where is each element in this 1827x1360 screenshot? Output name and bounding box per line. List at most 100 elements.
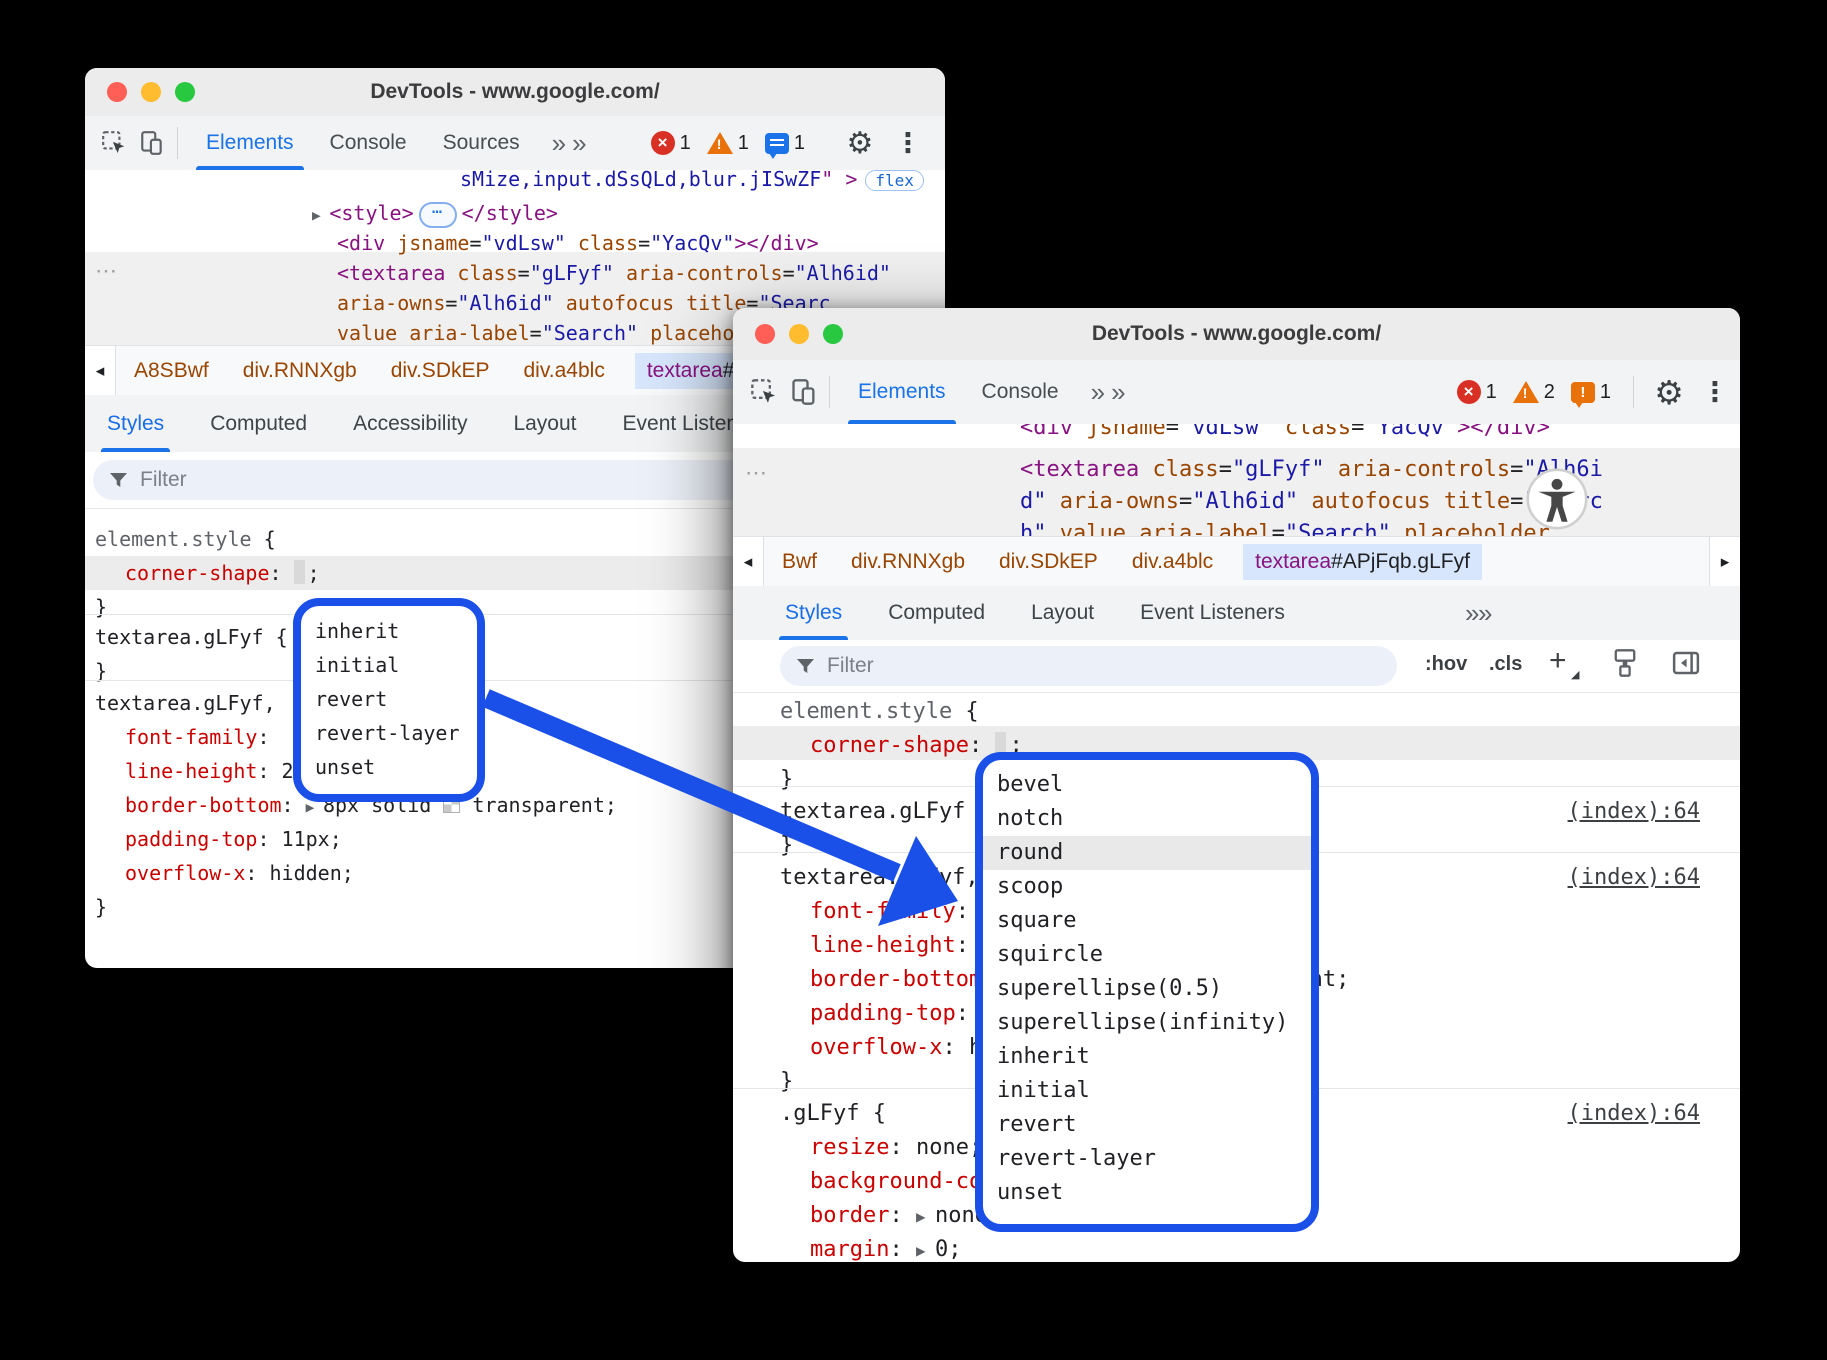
style-rule-line[interactable]: textarea.gLFyf, xyxy=(780,862,992,894)
devtools-tab-elements[interactable]: Elements xyxy=(840,360,964,424)
style-rule-line[interactable]: } xyxy=(95,656,107,686)
new-style-rule-button[interactable]: + xyxy=(1549,644,1567,678)
style-rule-line[interactable]: padding-top: 11px; xyxy=(125,824,342,854)
dom-overflow-ellipsis[interactable]: ⋯ xyxy=(745,460,768,486)
style-rule-line[interactable]: corner-shape: ; xyxy=(125,558,320,588)
toggle-hover-state-button[interactable]: :hov xyxy=(1425,653,1467,676)
dropdown-option-superellipse(infinity)[interactable]: superellipse(infinity) xyxy=(983,1006,1311,1040)
inspect-element-icon[interactable] xyxy=(99,128,129,158)
breadcrumb-item-div.rnnxgb[interactable]: div.RNNXgb xyxy=(851,550,965,574)
breadcrumb-forward-icon[interactable]: ▸ xyxy=(1709,537,1740,587)
devtools-tab-elements[interactable]: Elements xyxy=(188,116,312,170)
dropdown-option-square[interactable]: square xyxy=(983,904,1311,938)
dropdown-option-unset[interactable]: unset xyxy=(301,750,477,784)
panel-tab-accessibility[interactable]: Accessibility xyxy=(353,395,467,452)
kebab-menu-icon[interactable]: ⋮ xyxy=(1700,377,1730,407)
style-rule-line[interactable]: element.style { xyxy=(95,524,276,554)
dom-overflow-ellipsis[interactable]: ⋯ xyxy=(95,258,118,284)
kebab-menu-icon[interactable]: ⋮ xyxy=(893,128,923,158)
dropdown-option-inherit[interactable]: inherit xyxy=(983,1040,1311,1074)
dom-line[interactable]: <textarea class="gLFyf" aria-controls="A… xyxy=(337,258,891,288)
breadcrumb-item-div.sdkep[interactable]: div.SDkEP xyxy=(999,550,1098,574)
dropdown-option-inherit[interactable]: inherit xyxy=(301,614,477,648)
style-rule-line[interactable]: textarea.gLFyf { xyxy=(95,622,288,652)
new-style-rule-dropdown-icon[interactable]: ◢ xyxy=(1571,668,1579,681)
style-rule-line[interactable]: } xyxy=(95,892,107,922)
breadcrumb-item-div.a4blc[interactable]: div.a4blc xyxy=(1132,550,1213,574)
panel-tab-styles[interactable]: Styles xyxy=(785,586,842,640)
dropdown-option-initial[interactable]: initial xyxy=(301,648,477,682)
dom-line[interactable]: <div jsname="vdLsw" class="YacQv"></div> xyxy=(337,228,819,258)
dom-line[interactable]: h" value aria-label="Search" placeholder xyxy=(1020,518,1550,536)
device-toolbar-icon[interactable] xyxy=(789,377,819,407)
style-rule-line[interactable]: textarea.gLFyf, xyxy=(95,688,288,718)
panel-tab-event-listeners[interactable]: Event Listeners xyxy=(1140,586,1285,640)
style-rule-line[interactable]: .gLFyf { xyxy=(780,1098,886,1130)
inspect-element-icon[interactable] xyxy=(749,377,779,407)
dropdown-option-scoop[interactable]: scoop xyxy=(983,870,1311,904)
dropdown-option-revert-layer[interactable]: revert-layer xyxy=(983,1142,1311,1176)
titlebar[interactable]: DevTools - www.google.com/ xyxy=(85,68,945,117)
dropdown-option-unset[interactable]: unset xyxy=(983,1176,1311,1210)
dropdown-option-squircle[interactable]: squircle xyxy=(983,938,1311,972)
dropdown-option-bevel[interactable]: bevel xyxy=(983,768,1311,802)
style-rule-line[interactable]: font-family: xyxy=(810,896,982,928)
panel-tab-styles[interactable]: Styles xyxy=(107,395,164,452)
dropdown-option-superellipse(0.5)[interactable]: superellipse(0.5) xyxy=(983,972,1311,1006)
titlebar[interactable]: DevTools - www.google.com/ xyxy=(733,308,1740,361)
expand-inline-icon[interactable]: ⋯ xyxy=(419,202,457,228)
style-rule-line[interactable]: textarea.gLFyf { xyxy=(780,796,992,828)
dropdown-option-revert[interactable]: revert xyxy=(301,682,477,716)
panel-tab-computed[interactable]: Computed xyxy=(210,395,307,452)
style-rule-line[interactable]: } xyxy=(95,592,107,622)
rendering-emulation-icon[interactable] xyxy=(1611,648,1639,684)
panel-tab-computed[interactable]: Computed xyxy=(888,586,985,640)
console-messages-badge[interactable]: 1 xyxy=(765,132,805,155)
dropdown-option-notch[interactable]: notch xyxy=(983,802,1311,836)
source-link[interactable]: (index):64 xyxy=(1568,796,1700,828)
devtools-tab-sources[interactable]: Sources xyxy=(425,116,538,170)
dropdown-option-revert[interactable]: revert xyxy=(983,1108,1311,1142)
filter-input[interactable]: Filter xyxy=(780,646,1397,686)
settings-gear-icon[interactable]: ⚙ xyxy=(845,128,875,158)
dropdown-option-round[interactable]: round xyxy=(983,836,1311,870)
device-toolbar-icon[interactable] xyxy=(137,128,167,158)
panel-tab-layout[interactable]: Layout xyxy=(513,395,576,452)
style-rule-line[interactable]: } xyxy=(780,830,793,862)
devtools-tab-console[interactable]: Console xyxy=(312,116,425,170)
console-errors-badge[interactable]: ×1 xyxy=(1457,380,1497,404)
breadcrumb-item-selected[interactable]: textarea#APjFqb.gLFyf xyxy=(1243,544,1482,580)
style-rule-line[interactable]: resize: none; xyxy=(810,1132,982,1164)
dom-line[interactable]: value aria-label="Search" placeholder xyxy=(337,318,783,345)
style-rule-line[interactable]: border: ▶ none; xyxy=(810,1200,1001,1233)
dropdown-option-initial[interactable]: initial xyxy=(983,1074,1311,1108)
breadcrumb-back-icon[interactable]: ◂ xyxy=(733,537,764,587)
dom-line[interactable]: ▶ <style>⋯</style> xyxy=(312,198,558,231)
source-link[interactable]: (index):64 xyxy=(1568,862,1700,894)
style-rule-line[interactable]: element.style { xyxy=(780,696,979,728)
dropdown-option-revert-layer[interactable]: revert-layer xyxy=(301,716,477,750)
breadcrumb-item-bwf[interactable]: Bwf xyxy=(782,550,817,574)
issues-badge[interactable]: !1 xyxy=(1571,381,1611,404)
breadcrumb-item-div.sdkep[interactable]: div.SDkEP xyxy=(391,359,490,383)
source-link[interactable]: (index):64 xyxy=(1568,1098,1700,1130)
breadcrumb-item-div.a4blc[interactable]: div.a4blc xyxy=(524,359,605,383)
accessibility-person-icon[interactable] xyxy=(1526,468,1588,535)
breadcrumb-back-icon[interactable]: ◂ xyxy=(85,346,116,396)
console-errors-badge[interactable]: ×1 xyxy=(651,131,691,155)
style-rule-line[interactable]: margin: ▶ 0; xyxy=(810,1234,962,1267)
panel-tab-layout[interactable]: Layout xyxy=(1031,586,1094,640)
dom-line[interactable]: d" aria-owns="Alh6id" autofocus title="S… xyxy=(1020,486,1603,518)
style-rule-line[interactable]: } xyxy=(780,764,793,796)
dom-line[interactable]: <div jsname="vdLsw" class="YacQv"></div> xyxy=(1020,424,1550,444)
dom-line[interactable]: <textarea class="gLFyf" aria-controls="A… xyxy=(1020,454,1603,486)
console-warnings-badge[interactable]: 2 xyxy=(1513,381,1555,404)
dom-line[interactable]: sMize,input.dSsQLd,blur.jISwZF" >flex xyxy=(460,170,924,196)
breadcrumb-item-a8sbwf[interactable]: A8SBwf xyxy=(134,359,209,383)
style-rule-line[interactable]: } xyxy=(780,1066,793,1098)
sidebar-toggle-icon[interactable] xyxy=(1671,648,1701,684)
style-rule-line[interactable]: overflow-x: hidden; xyxy=(125,858,354,888)
console-warnings-badge[interactable]: 1 xyxy=(707,132,749,155)
toggle-class-button[interactable]: .cls xyxy=(1489,653,1522,676)
breadcrumb-item-div.rnnxgb[interactable]: div.RNNXgb xyxy=(243,359,357,383)
